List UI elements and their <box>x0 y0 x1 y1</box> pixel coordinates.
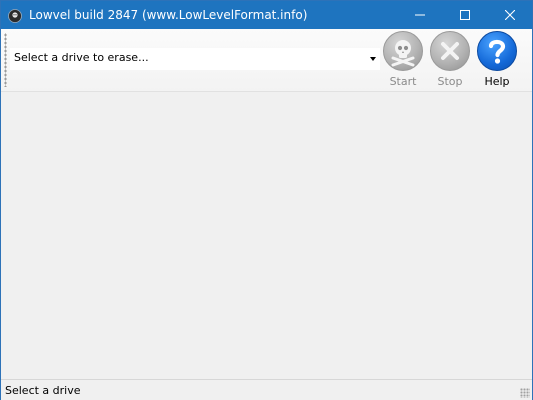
help-label: Help <box>484 75 510 88</box>
maximize-button[interactable] <box>442 1 487 29</box>
title-bar[interactable]: Lowvel build 2847 (www.LowLevelFormat.in… <box>1 1 532 29</box>
close-button[interactable] <box>487 1 532 29</box>
window-title: Lowvel build 2847 (www.LowLevelFormat.in… <box>29 8 308 22</box>
drive-select-value: Select a drive to erase... <box>14 51 149 64</box>
resize-grip-icon[interactable] <box>520 388 530 398</box>
toolbar: Select a drive to erase... Start Stop He… <box>1 29 532 92</box>
skull-icon <box>383 31 423 71</box>
app-window: Lowvel build 2847 (www.LowLevelFormat.in… <box>0 0 533 400</box>
status-bar: Select a drive <box>1 379 532 400</box>
minimize-icon <box>414 14 425 16</box>
status-text: Select a drive <box>5 384 81 397</box>
help-button[interactable]: Help <box>475 31 519 89</box>
minimize-button[interactable] <box>397 1 442 29</box>
close-icon <box>504 10 515 20</box>
main-content-area <box>1 92 532 379</box>
x-icon <box>430 31 470 71</box>
dropdown-arrow-icon[interactable] <box>370 57 376 61</box>
toolbar-grip[interactable] <box>4 33 7 87</box>
drive-select-dropdown[interactable]: Select a drive to erase... <box>10 48 380 70</box>
stop-button[interactable]: Stop <box>428 31 472 89</box>
maximize-icon <box>459 10 470 20</box>
question-icon <box>477 31 517 71</box>
stop-label: Stop <box>437 75 463 88</box>
app-icon <box>8 8 22 23</box>
start-button[interactable]: Start <box>381 31 425 89</box>
start-label: Start <box>389 75 417 88</box>
